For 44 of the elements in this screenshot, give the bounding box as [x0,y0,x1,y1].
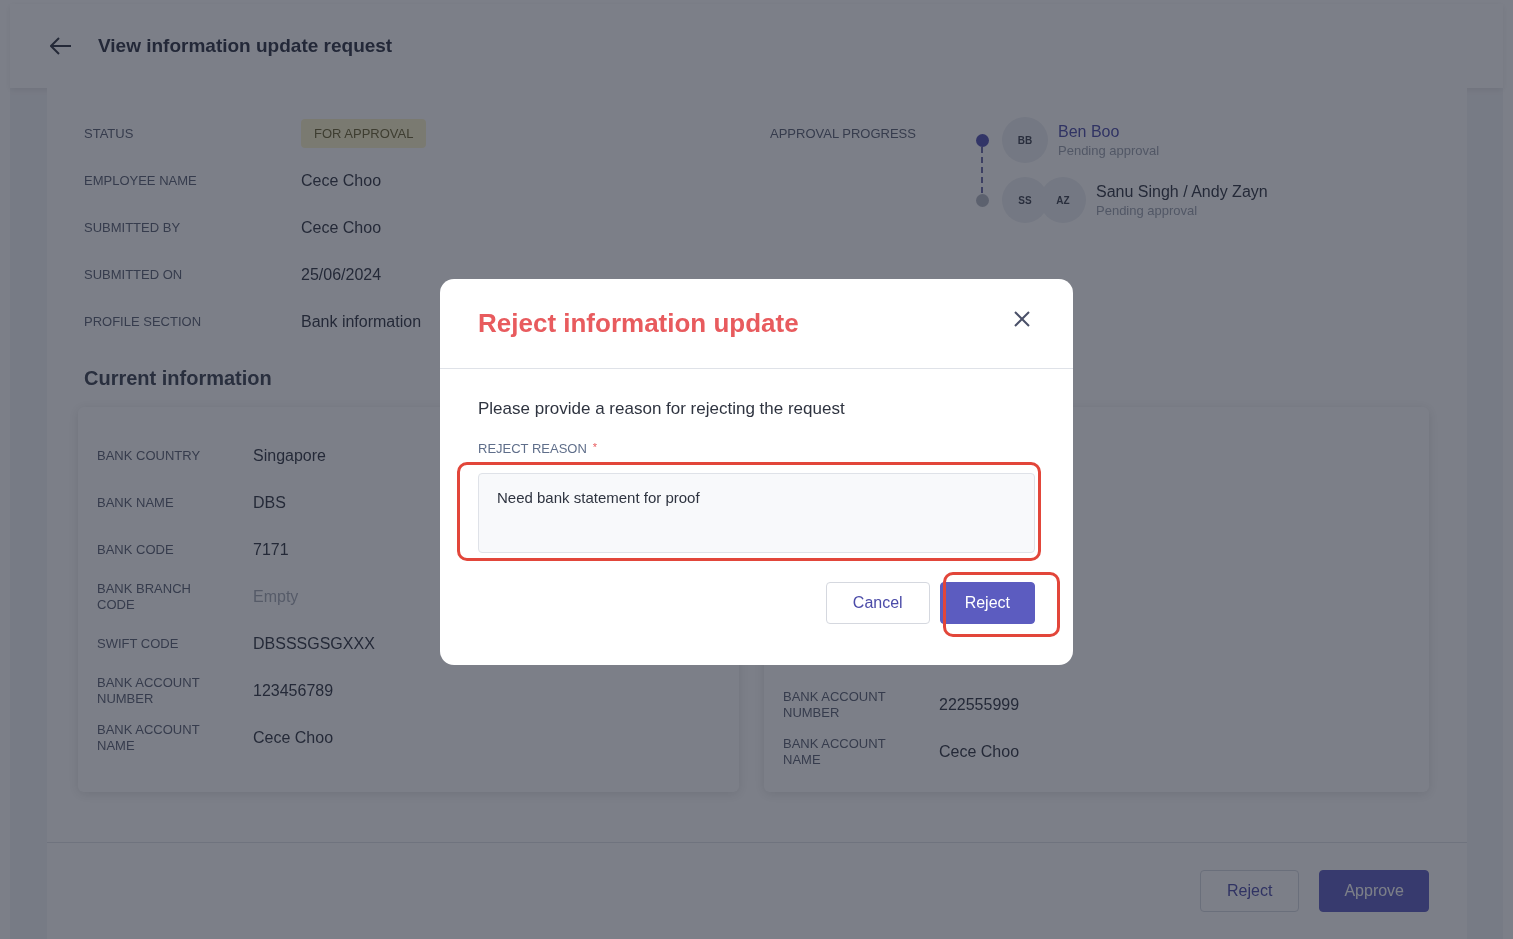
field-label: BANK NAME [97,494,175,511]
field-label: BANK ACCOUNT NUMBER [97,674,201,707]
page-title: View information update request [98,35,393,57]
field-label: BANK COUNTRY [97,447,202,464]
approver-name: Sanu Singh / Andy Zayn [1096,182,1268,201]
reason-field[interactable]: Need bank statement for proof [478,473,1035,553]
field-label: STATUS [84,126,135,141]
field-value: Cece Choo [939,742,1020,761]
field-label: BANK ACCOUNT NAME [783,735,887,768]
reject-button[interactable]: Reject [1200,870,1300,912]
field-label: BANK BRANCH CODE [97,580,192,613]
field-value: Cece Choo [301,218,382,237]
field-value: Cece Choo [253,728,334,747]
field-value: Singapore [253,446,326,465]
dialog-title: Reject information update [478,308,799,339]
field-label: SUBMITTED BY [84,220,182,235]
field-label: REJECT REASON [478,441,587,456]
dialog-message: Please provide a reason for rejecting the request [478,399,846,419]
field-value: 7171 [253,540,289,559]
field-label: BANK ACCOUNT NAME [97,721,201,754]
approver-name: Ben Boo [1058,122,1121,141]
field-label: SWIFT CODE [97,635,180,652]
reject-button[interactable]: Reject [939,582,1035,624]
field-label: BANK CODE [97,541,175,558]
required-mark: * [592,441,598,455]
status-badge: FOR APPROVAL [301,119,427,148]
cancel-button[interactable]: Cancel [825,582,930,624]
field-value: 222555999 [939,695,1020,714]
field-value: 123456789 [253,681,334,700]
field-label: EMPLOYEE NAME [84,173,198,188]
field-label: APPROVAL PROGRESS [770,126,917,141]
field-value: 25/06/2024 [301,265,382,284]
section-heading: Current information [84,367,273,391]
field-label: PROFILE SECTION [84,314,203,329]
avatar: BB [1002,117,1048,163]
field-value: Cece Choo [301,171,382,190]
field-label: BANK ACCOUNT NUMBER [783,688,887,721]
field-value: DBSSSGSGXXX [253,634,375,653]
connector-line [981,147,983,193]
close-icon[interactable] [1013,309,1031,328]
field-value: DBS [253,493,286,512]
back-arrow-icon[interactable] [50,37,72,55]
field-value: Bank information [301,312,422,331]
field-label: SUBMITTED ON [84,267,184,282]
